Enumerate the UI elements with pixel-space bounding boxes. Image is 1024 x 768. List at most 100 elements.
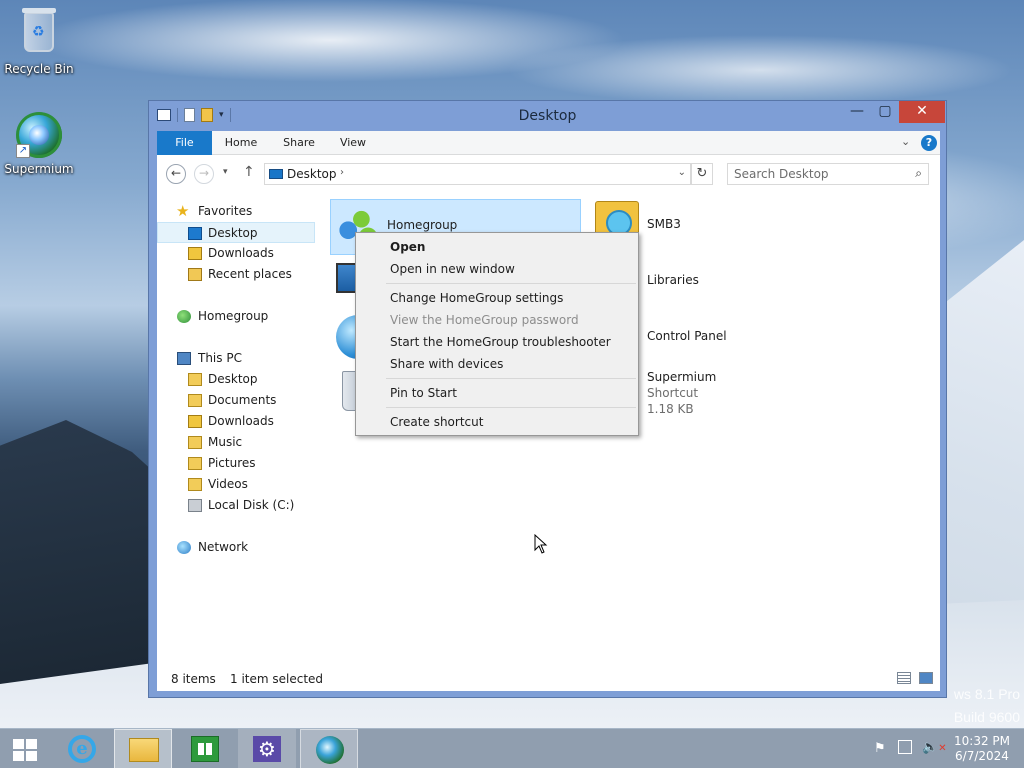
tab-file[interactable]: File [157,131,212,155]
downloads-folder-icon [188,415,202,428]
details-view-icon[interactable] [897,672,911,684]
item-count: 8 items [171,672,216,686]
menu-separator [386,378,636,379]
tab-share[interactable]: Share [275,131,323,155]
minimize-button[interactable]: — [843,101,871,123]
system-clock[interactable]: 10:32 PM 6/7/2024 [950,734,1014,768]
os-watermark-edition: ws 8.1 Pro [953,686,1020,702]
up-button[interactable]: ↑ [243,164,255,180]
address-history-chevron-icon[interactable]: ⌄ [678,167,686,178]
refresh-button[interactable]: ↻ [691,163,713,185]
network-status-icon[interactable] [898,740,912,754]
recycle-bin-icon: ♻ [16,8,62,58]
homegroup-icon [177,310,191,323]
desktop-icon-supermium[interactable]: ↗ Supermium [0,112,78,176]
nav-favorites-desktop[interactable]: Desktop [157,222,315,243]
nav-pc-documents[interactable]: Documents [157,390,315,411]
nav-favorites[interactable]: ★ Favorites [157,201,315,222]
mouse-cursor-icon [534,534,548,554]
selection-count: 1 item selected [230,672,324,686]
menu-item-create-shortcut[interactable]: Create shortcut [358,411,636,433]
search-input[interactable] [734,164,904,184]
start-button[interactable] [0,729,50,768]
recent-places-icon [188,268,202,281]
os-watermark-build: Build 9600 [953,709,1020,725]
menu-item-homegroup-troubleshooter[interactable]: Start the HomeGroup troubleshooter [358,331,636,353]
item-type: Shortcut [647,386,699,400]
context-menu: Open Open in new window Change HomeGroup… [355,232,639,436]
supermium-icon [316,736,344,764]
menu-item-change-homegroup-settings[interactable]: Change HomeGroup settings [358,287,636,309]
desktop-icon-recycle-bin[interactable]: ♻ Recycle Bin [0,8,78,76]
search-icon[interactable]: ⌕ [915,166,922,181]
action-center-flag-icon[interactable]: ⚑ [874,741,886,768]
back-button[interactable]: ← [166,164,186,184]
search-box[interactable]: ⌕ [727,163,929,185]
computer-icon [177,352,191,365]
menu-item-view-homegroup-password: View the HomeGroup password [390,313,579,327]
gear-icon: ⚙ [253,736,281,762]
large-icons-view-icon[interactable] [919,672,933,684]
star-icon: ★ [176,202,190,220]
nav-pc-videos[interactable]: Videos [157,474,315,495]
menu-separator [386,283,636,284]
taskbar-settings[interactable]: ⚙ [238,729,296,768]
desktop-icon [188,227,202,240]
nav-pc-music[interactable]: Music [157,432,315,453]
volume-muted-icon[interactable]: 🔈✕ [922,740,947,768]
menu-item-share-with-devices[interactable]: Share with devices [358,353,636,375]
nav-favorites-downloads[interactable]: Downloads [157,243,315,264]
nav-pc-pictures[interactable]: Pictures [157,453,315,474]
menu-item-open[interactable]: Open [358,236,636,258]
help-icon[interactable]: ? [921,135,937,151]
shortcut-arrow-icon: ↗ [16,144,30,158]
desktop-icon-label: Recycle Bin [4,62,74,76]
downloads-folder-icon [188,247,202,260]
recent-locations-chevron-icon[interactable]: ▾ [223,167,228,177]
nav-pc-local-disk[interactable]: Local Disk (C:) [157,495,315,516]
taskbar-supermium[interactable] [300,729,358,768]
store-icon [191,736,219,762]
nav-favorites-recent-places[interactable]: Recent places [157,264,315,285]
windows-logo-icon [13,739,37,761]
desktop-icon-label: Supermium [4,162,74,176]
address-bar[interactable]: Desktop › ⌄ [264,163,691,185]
nav-homegroup[interactable]: Homegroup [157,306,315,327]
tab-home[interactable]: Home [215,131,267,155]
taskbar-store[interactable] [176,729,234,768]
breadcrumb-chevron-icon[interactable]: › [340,167,344,178]
internet-explorer-icon: e [68,735,96,763]
status-bar: 8 items 1 item selected [157,667,940,691]
nav-this-pc[interactable]: This PC [157,348,315,369]
desktop-location-icon [269,169,283,179]
menu-item-open-new-window[interactable]: Open in new window [358,258,636,280]
navigation-bar: ← → ▾ ↑ Desktop › ⌄ ↻ ⌕ [157,155,940,191]
clock-time: 10:32 PM [954,734,1010,748]
nav-pc-downloads[interactable]: Downloads [157,411,315,432]
taskbar-internet-explorer[interactable]: e [54,729,110,768]
taskbar-file-explorer[interactable] [114,729,172,768]
window-title: Desktop [518,108,577,124]
title-bar[interactable]: ▾ Desktop — ▢ ✕ [149,101,946,131]
expand-ribbon-chevron-icon[interactable]: ⌄ [901,135,910,148]
clock-date: 6/7/2024 [955,749,1009,763]
supermium-icon: ↗ [16,112,62,158]
menu-separator [386,407,636,408]
taskbar: e ⚙ ⚑ 🔈✕ 10:32 PM 6/7/2024 [0,728,1024,768]
maximize-button[interactable]: ▢ [871,101,899,123]
navigation-pane: ★ Favorites Desktop Downloads Recent pla… [157,193,327,663]
address-location[interactable]: Desktop [287,167,337,181]
tab-view[interactable]: View [331,131,375,155]
close-button[interactable]: ✕ [899,101,945,123]
pictures-folder-icon [188,457,202,470]
folder-icon [188,373,202,386]
nav-pc-desktop[interactable]: Desktop [157,369,315,390]
nav-network[interactable]: Network [157,537,315,558]
videos-folder-icon [188,478,202,491]
ribbon-tabs: File Home Share View ⌄ ? [157,131,940,155]
music-folder-icon [188,436,202,449]
network-icon [177,541,191,554]
menu-item-pin-to-start[interactable]: Pin to Start [358,382,636,404]
forward-button[interactable]: → [194,164,214,184]
local-disk-icon [188,499,202,512]
